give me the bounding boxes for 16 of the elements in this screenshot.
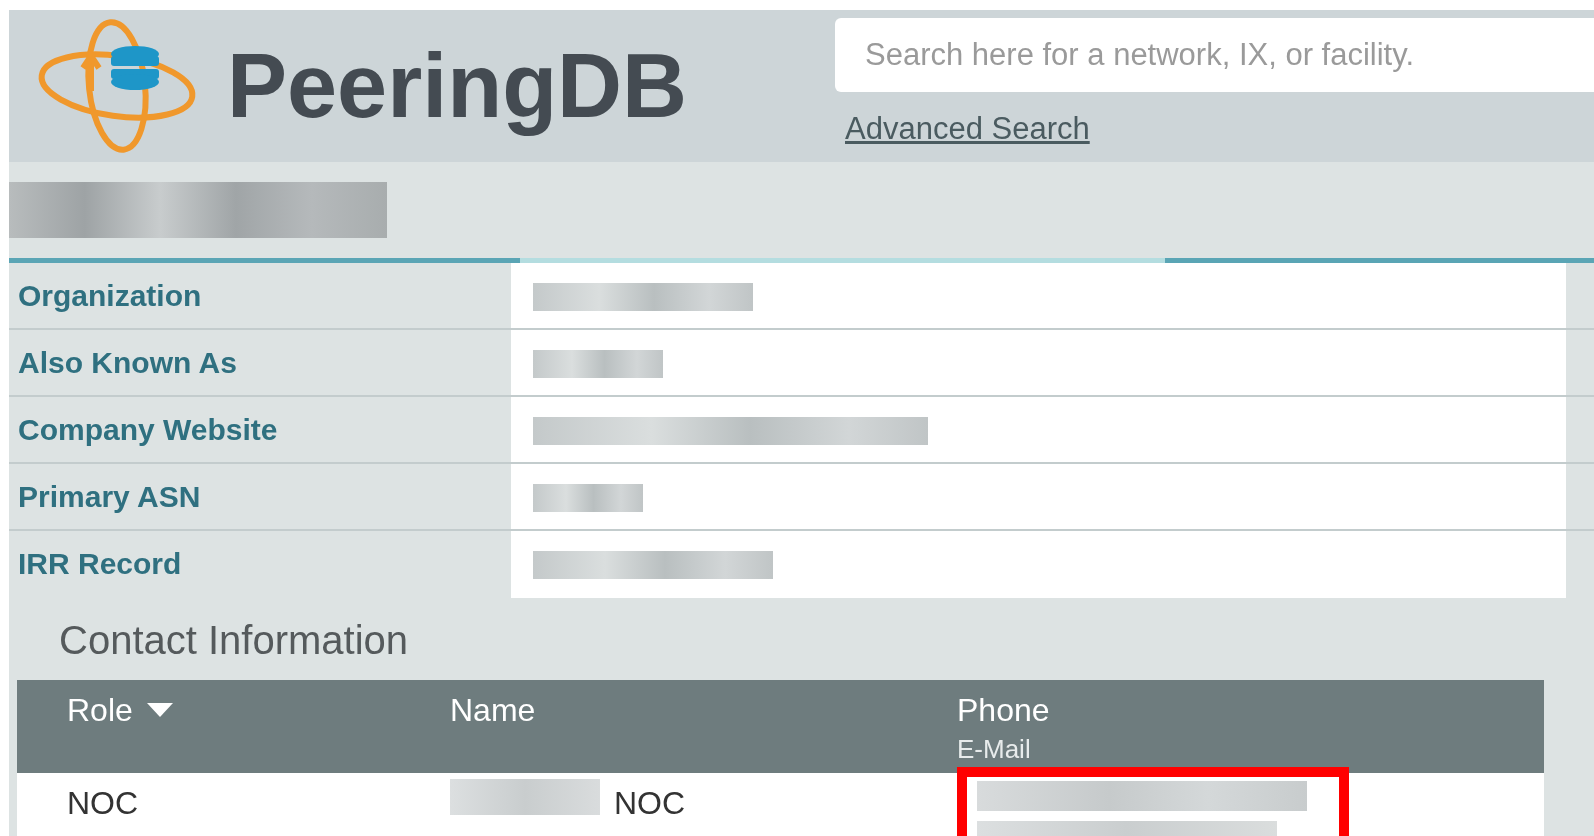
advanced-search-link[interactable]: Advanced Search (845, 111, 1090, 146)
table-cell-text: NOC (614, 784, 686, 823)
field-label: Primary ASN (17, 479, 202, 515)
sort-caret-icon[interactable] (146, 703, 173, 717)
search-field[interactable]: Search here for a network, IX, or facility. (835, 18, 1594, 92)
column-subheader: E-Mail (957, 736, 1032, 762)
field-label: Company Website (17, 412, 279, 448)
column-header[interactable]: Phone (957, 686, 1544, 734)
field-label: Organization (17, 278, 203, 314)
field-label: IRR Record (17, 546, 183, 582)
table-cell: NOC (67, 785, 139, 821)
column-header[interactable]: Name (450, 686, 957, 734)
section-title: Contact Information (59, 618, 409, 662)
field-label: Also Known As (17, 345, 238, 381)
logo-text: PeeringDB (227, 35, 688, 138)
column-header[interactable]: Role (67, 686, 450, 734)
